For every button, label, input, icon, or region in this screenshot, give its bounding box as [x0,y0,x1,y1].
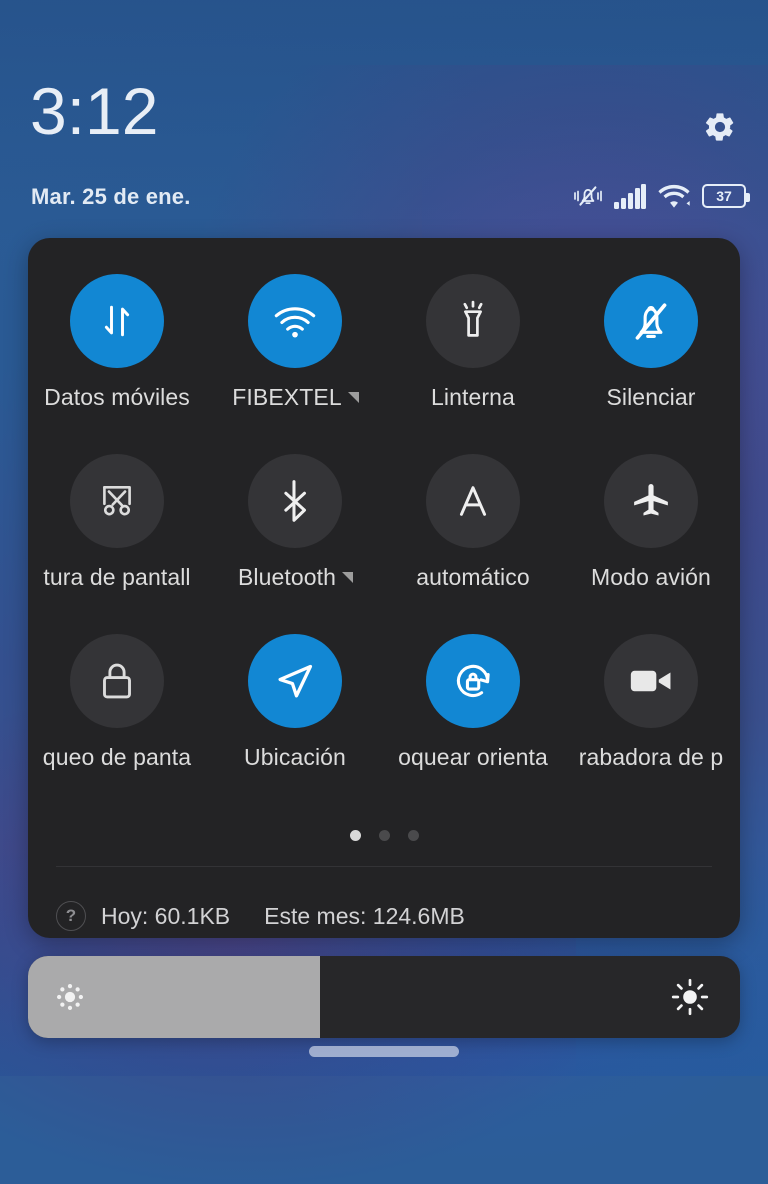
battery-icon: 37 [702,184,750,208]
data-usage-month: Este mes: 124.6MB [264,902,465,929]
tile-rotation-lock[interactable]: oquear orienta [384,616,562,796]
tile-label: Bluetooth [237,564,337,590]
tile-silent[interactable]: Silenciar [562,256,740,436]
tile-label: queo de panta [42,744,192,770]
data-usage-row[interactable]: ? Hoy: 60.1KB Este mes: 124.6MB [28,893,740,939]
tile-label: FIBEXTEL [232,384,342,410]
tile-label-row: Modo avión [562,564,740,591]
tile-flashlight[interactable]: Linterna [384,256,562,436]
lock-icon [103,663,131,699]
chevron-expand-icon[interactable] [342,572,354,583]
tile-label: Datos móviles [44,384,190,410]
tile-icon-container [248,634,342,728]
page-indicator-dots[interactable] [28,830,740,841]
tile-label: rabadora de p [578,744,724,770]
mobile-data-icon [104,305,130,337]
tile-label-row: Ubicación [206,744,384,771]
tile-mobile-data[interactable]: Datos móviles [28,256,206,436]
auto-brightness-a-icon [459,486,487,516]
bluetooth-icon [284,480,306,522]
tile-label: Modo avión [591,564,711,590]
airplane-icon [634,483,668,516]
tile-icon-container [70,634,164,728]
wifi-icon [657,183,691,210]
tile-screen-recorder[interactable]: rabadora de p [562,616,740,796]
screenshot-scissors-icon [103,486,131,516]
tile-label: Ubicación [244,744,346,770]
brightness-slider[interactable] [28,956,740,1038]
tile-icon-container [604,454,698,548]
tile-label: automático [416,564,530,590]
tile-airplane-mode[interactable]: Modo avión [562,436,740,616]
quick-settings-tile-grid: Datos móviles FIBEXTEL Linterna Silencia… [28,256,740,796]
page-dot-1[interactable] [349,830,361,841]
brightness-low-icon [53,980,87,1014]
home-gesture-pill[interactable] [309,1046,459,1057]
vibrate-off-icon [573,182,603,210]
tile-icon-container [70,454,164,548]
wifi-icon [274,307,316,338]
gear-icon [705,113,734,141]
tile-icon-container [426,274,520,368]
tile-icon-container [248,454,342,548]
tile-icon-container [70,274,164,368]
location-arrow-icon [278,664,313,698]
tile-label-row: Bluetooth [206,564,384,591]
question-mark-icon[interactable]: ? [56,901,86,931]
tile-bluetooth[interactable]: Bluetooth [206,436,384,616]
data-usage-today: Hoy: 60.1KB [101,902,231,929]
tile-label-row: Linterna [384,384,562,411]
tile-label: tura de pantall [43,564,191,590]
settings-button[interactable] [698,105,742,149]
tile-screenshot[interactable]: tura de pantall [28,436,206,616]
tile-label-row: oquear orienta [384,744,562,771]
brightness-high-icon [670,977,710,1017]
chevron-expand-icon[interactable] [347,392,359,403]
bell-off-icon [635,303,667,340]
tile-label: Silenciar [606,384,696,410]
tile-label-row: Silenciar [562,384,740,411]
tile-label-row: Datos móviles [28,384,206,411]
tile-label: Linterna [431,384,515,410]
video-camera-icon [630,670,671,692]
page-dot-3[interactable] [407,830,419,841]
quick-settings-panel: Datos móviles FIBEXTEL Linterna Silencia… [28,238,740,938]
status-bar-icons: 37 [573,180,750,212]
tile-label-row: FIBEXTEL [206,384,384,411]
status-header: 3:12 Mar. 25 de ene. 37 [0,0,768,228]
tile-label-row: tura de pantall [28,564,206,591]
flashlight-icon [463,300,483,337]
clock-time: 3:12 [30,74,159,148]
tile-icon-container [604,634,698,728]
tile-screen-lock[interactable]: queo de panta [28,616,206,796]
battery-percent-label: 37 [716,188,732,204]
tile-location[interactable]: Ubicación [206,616,384,796]
signal-bars-icon [614,183,646,209]
tile-icon-container [604,274,698,368]
tile-label-row: rabadora de p [562,744,740,771]
page-dot-2[interactable] [378,830,390,841]
tile-label: oquear orienta [398,744,548,770]
tile-icon-container [426,454,520,548]
clock-date: Mar. 25 de ene. [31,184,191,209]
tile-wifi[interactable]: FIBEXTEL [206,256,384,436]
panel-divider [56,866,712,867]
rotation-lock-icon [456,664,490,698]
tile-label-row: automático [384,564,562,591]
tile-icon-container [426,634,520,728]
tile-icon-container [248,274,342,368]
tile-auto-brightness[interactable]: automático [384,436,562,616]
tile-label-row: queo de panta [28,744,206,771]
